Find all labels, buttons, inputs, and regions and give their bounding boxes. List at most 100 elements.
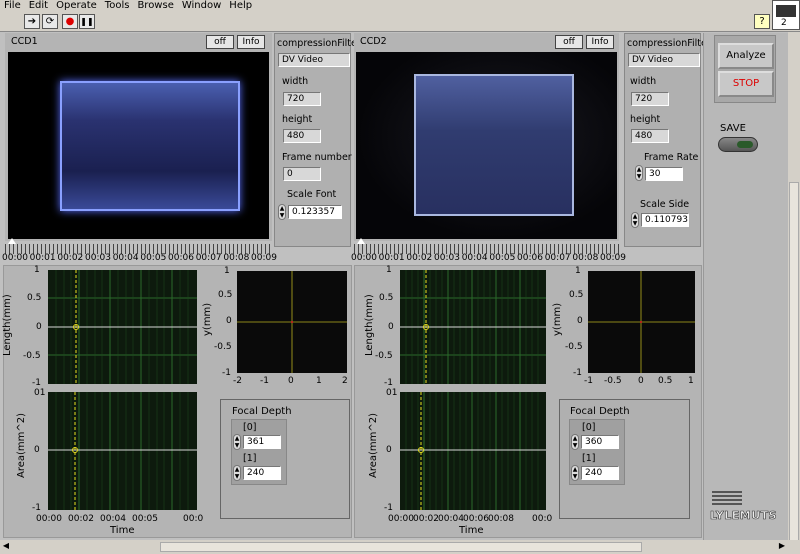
ccd1-scale-spinner[interactable]: ▲ ▼ [278,204,286,220]
pause-icon[interactable]: ❚❚ [79,14,95,29]
left-xy-xtick: 2 [342,376,348,386]
menu-help[interactable]: Help [225,0,256,12]
ccd2-width-field[interactable]: 720 [631,92,669,106]
right-area-xtick: 00:02 [413,514,439,524]
ccd2-rate-spinner[interactable]: ▲ ▼ [635,165,643,181]
ccd2-scale-spinner[interactable]: ▲ ▼ [631,212,639,228]
run-continuously-icon[interactable]: ⟳ [42,14,58,29]
right-area-xlabel: Time [459,525,484,536]
right-xy-ytick: -0.5 [565,342,583,352]
ccd2-panel: CCD2 off Info [354,33,619,241]
ccd2-info-button[interactable]: Info [586,35,614,49]
ccd2-off-button[interactable]: off [555,35,583,49]
ccd2-rate-label: Frame Rate [644,152,699,163]
save-toggle[interactable] [718,137,758,152]
ccd1-timeline-ticks: 00:00 00:01 00:02 00:03 00:04 00:05 00:06 00:07… [2,253,277,263]
ccd1-info-button[interactable]: Info [237,35,265,49]
toolbar: ➔ ⟳ ● ❚❚ ? [0,12,800,32]
left-area-ylabel: Area(mm^2) [16,412,27,478]
scroll-left-icon[interactable]: ◀ [0,541,12,553]
ccd2-height-label: height [630,114,661,125]
right-xy-xtick: 1 [688,376,694,386]
left-xy-grid [237,271,347,373]
right-xy-ylabel: y(mm) [552,302,563,336]
vertical-scrollbar[interactable] [788,32,800,542]
right-length-chart [400,270,546,384]
ccd1-video [8,52,269,239]
ccd1-title: CCD1 [11,36,38,47]
right-focal-value1[interactable]: 240 [581,466,619,480]
left-length-chart [48,270,197,384]
left-focal-value0[interactable]: 361 [243,435,281,449]
right-length-grid [400,270,546,384]
analyze-button[interactable]: Analyze [718,43,774,69]
ccd1-frame-field[interactable]: 0 [283,167,321,181]
menu-tools[interactable]: Tools [101,0,134,12]
control-column: Analyze STOP SAVE LYLEMUTS [703,33,788,540]
ccd2-title: CCD2 [360,36,387,47]
right-xy-xtick: 0.5 [658,376,673,386]
menu-operate[interactable]: Operate [52,0,101,12]
menu-window[interactable]: Window [178,0,225,12]
ccd2-height-field[interactable]: 480 [631,129,669,143]
menu-file[interactable]: File [0,0,25,12]
right-xy-xtick: 0 [638,376,644,386]
ccd1-width-field[interactable]: 720 [283,92,321,106]
right-length-ytick: -0.5 [375,351,393,361]
ccd1-scale-label: Scale Font [287,189,337,200]
horizontal-scrollbar[interactable]: ◀ ▶ [0,540,800,554]
right-xy-chart [588,271,695,373]
help-icon[interactable]: ? [754,14,770,29]
horizontal-scroll-thumb[interactable] [160,542,642,552]
right-area-grid [400,392,546,510]
right-focal-title: Focal Depth [570,406,630,417]
ccd2-compression-field[interactable]: DV Video [628,53,700,67]
right-focal-value0[interactable]: 360 [581,435,619,449]
ccd2-timeline-ticks: 00:00 00:01 00:02 00:03 00:04 00:05 00:06 00:07… [351,253,626,263]
right-area-ytick: -1 [384,503,393,513]
labview-logo: LYLEMUTS [710,491,777,523]
left-xy-ytick: -1 [222,368,231,378]
right-xy-xtick: -1 [584,376,593,386]
left-area-ytick: 0 [34,445,40,455]
left-length-ytick: -0.5 [23,351,41,361]
right-focal-spinner1[interactable]: ▲ ▼ [571,465,579,481]
left-area-grid [48,392,197,510]
ccd1-off-button[interactable]: off [206,35,234,49]
right-area-xtick: 00:06 [463,514,489,524]
ccd2-video [356,52,617,239]
left-xy-ytick: -0.5 [214,342,232,352]
menu-browse[interactable]: Browse [133,0,177,12]
ccd2-scale-label: Scale Side [640,199,690,210]
vertical-scroll-thumb[interactable] [789,182,799,542]
vi-icon: 2 [772,0,800,30]
ccd1-frame-label: Frame number [282,152,352,163]
right-focal-index0: [0] [582,422,596,433]
stop-button[interactable]: STOP [718,71,774,97]
menu-edit[interactable]: Edit [25,0,52,12]
right-length-ytick: 0 [388,322,394,332]
abort-icon[interactable]: ● [62,14,78,29]
run-arrow-icon[interactable]: ➔ [24,14,40,29]
ccd1-height-field[interactable]: 480 [283,129,321,143]
ccd1-compression-field[interactable]: DV Video [278,53,350,67]
left-focal-index1: [1] [243,453,257,464]
left-xy-ylabel: y(mm) [202,302,213,336]
ccd2-scale-field[interactable]: 0.110793 [641,213,689,227]
left-focal-spinner1[interactable]: ▲ ▼ [233,465,241,481]
ccd1-scale-field[interactable]: 0.123357 [288,205,342,219]
left-focal-spinner0[interactable]: ▲ ▼ [233,434,241,450]
left-area-chart [48,392,197,510]
left-focal-value1[interactable]: 240 [243,466,281,480]
scroll-right-icon[interactable]: ▶ [776,541,788,553]
left-xy-xtick: -1 [260,376,269,386]
right-xy-point [640,321,642,323]
right-focal-spinner0[interactable]: ▲ ▼ [571,434,579,450]
right-length-ylabel: Length(mm) [364,294,375,356]
left-xy-xtick: -2 [233,376,242,386]
left-xy-ytick: 1 [224,266,230,276]
ccd2-rate-field[interactable]: 30 [645,167,683,181]
right-length-ytick: 0.5 [379,293,394,303]
right-xy-ytick: -1 [573,368,582,378]
left-xy-chart [237,271,347,373]
